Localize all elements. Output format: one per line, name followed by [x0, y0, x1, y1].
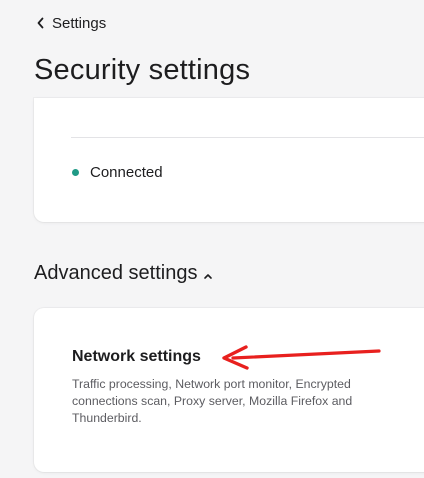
advanced-settings-toggle[interactable]: Advanced settings: [34, 262, 213, 285]
chevron-up-icon: [204, 273, 213, 279]
connection-status: Connected: [72, 164, 163, 181]
network-settings-description: Traffic processing, Network port monitor…: [72, 377, 353, 425]
card-divider: [71, 137, 424, 138]
network-settings-card[interactable]: Network settings Traffic processing, Net…: [34, 308, 424, 472]
chevron-left-icon: [37, 17, 44, 29]
back-to-settings-link[interactable]: Settings: [36, 13, 106, 33]
back-link-label: Settings: [52, 14, 107, 32]
network-settings-link[interactable]: Network settings: [72, 348, 201, 366]
security-settings-page: Settings Security settings Connected Adv…: [0, 0, 424, 478]
page-title: Security settings: [34, 54, 251, 86]
status-dot-icon: [72, 169, 79, 176]
advanced-settings-heading: Advanced settings: [34, 262, 198, 284]
red-arrow-annotation-icon: [222, 345, 381, 370]
status-text: Connected: [90, 164, 163, 181]
connection-status-card: Connected: [34, 98, 424, 222]
